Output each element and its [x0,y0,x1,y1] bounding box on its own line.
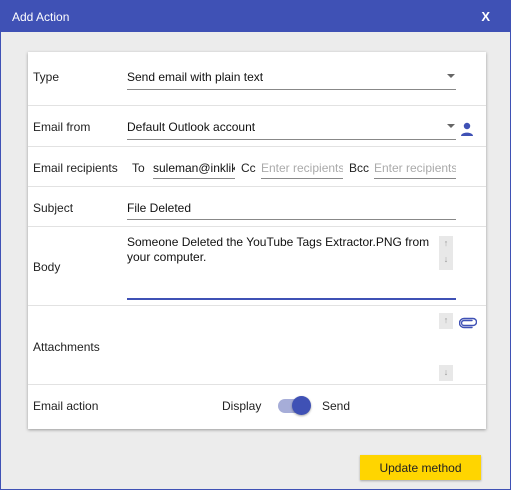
email-from-row: Email from Default Outlook account [28,106,486,147]
dialog-titlebar: Add Action X [1,1,510,32]
email-from-value: Default Outlook account [127,120,256,134]
email-from-select[interactable]: Default Outlook account [127,118,456,140]
type-label: Type [33,70,60,84]
body-label: Body [33,260,61,274]
attachments-scroll-up[interactable]: ↑ [439,313,453,329]
body-text: Someone Deleted the YouTube Tags Extract… [127,235,430,264]
cc-field[interactable]: Enter recipients [261,158,343,179]
email-recipients-label: Email recipients [33,161,118,175]
type-row: Type Send email with plain text [28,52,486,106]
subject-value: File Deleted [127,201,192,215]
action-form-card: Type Send email with plain text Email fr… [28,52,486,429]
add-action-dialog: Add Action X Type Send email with plain … [0,0,511,490]
bcc-placeholder: Enter recipients [374,161,456,175]
arrow-up-icon[interactable]: ↑ [439,238,453,248]
person-icon[interactable] [460,122,474,139]
arrow-up-icon[interactable]: ↑ [439,315,453,325]
bcc-label: Bcc [349,161,370,175]
update-method-button[interactable]: Update method [360,455,481,480]
attachments-list[interactable]: ↑ ↓ [127,310,456,381]
send-option-label[interactable]: Send [322,399,350,413]
display-send-toggle[interactable] [278,396,311,415]
arrow-down-icon[interactable]: ↓ [439,254,453,264]
close-button[interactable]: X [481,9,490,24]
email-action-row: Email action Display Send [28,385,486,429]
attachments-row: Attachments ↑ ↓ [28,306,486,385]
dialog-title: Add Action [12,10,70,24]
email-from-label: Email from [33,120,91,134]
paperclip-icon[interactable] [458,317,478,332]
attachments-label: Attachments [33,340,100,354]
type-select[interactable]: Send email with plain text [127,68,456,90]
subject-row: Subject File Deleted [28,187,486,227]
display-option-label[interactable]: Display [222,399,261,413]
toggle-knob [292,396,311,415]
cc-placeholder: Enter recipients [261,161,343,175]
to-label: To [132,161,145,175]
body-textarea[interactable]: Someone Deleted the YouTube Tags Extract… [127,235,456,300]
chevron-down-icon[interactable] [447,74,455,78]
to-field[interactable]: suleman@inklik [153,158,235,179]
email-recipients-row: Email recipients To suleman@inklik Cc En… [28,147,486,187]
email-action-label: Email action [33,399,99,413]
cc-label: Cc [241,161,256,175]
to-value: suleman@inklik [153,161,235,175]
subject-label: Subject [33,201,74,215]
body-row: Body Someone Deleted the YouTube Tags Ex… [28,227,486,306]
subject-input[interactable]: File Deleted [127,198,456,220]
type-value: Send email with plain text [127,70,264,84]
chevron-down-icon[interactable] [447,124,455,128]
bcc-field[interactable]: Enter recipients [374,158,456,179]
attachments-scroll-down[interactable]: ↓ [439,365,453,381]
arrow-down-icon[interactable]: ↓ [439,367,453,377]
body-scrollbar[interactable]: ↑ ↓ [439,236,453,270]
